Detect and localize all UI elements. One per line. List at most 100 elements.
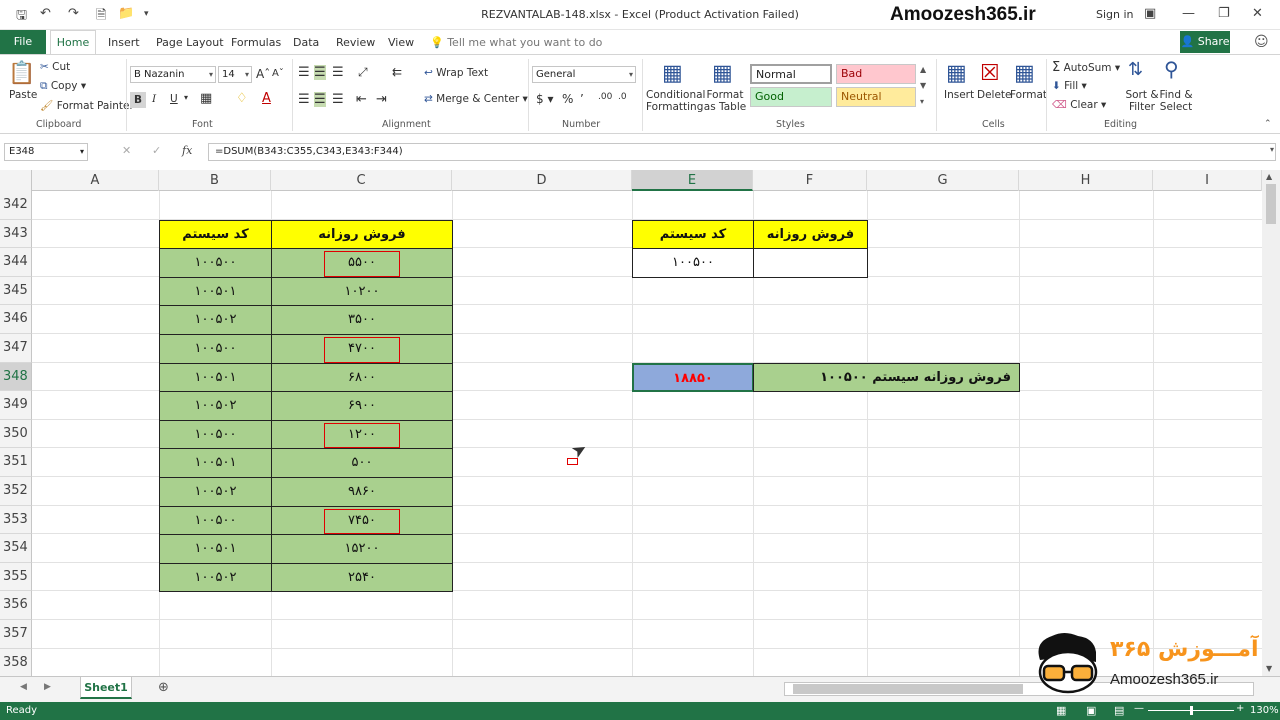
sign-in-link[interactable]: Sign in — [1096, 8, 1134, 21]
column-header-d[interactable]: D — [452, 170, 632, 191]
row-header-349[interactable]: 349 — [0, 391, 32, 420]
underline-button[interactable]: U — [170, 93, 178, 105]
format-cells-icon[interactable]: ▦ — [1014, 61, 1035, 86]
column-header-c[interactable]: C — [271, 170, 452, 191]
row-header-342[interactable]: 342 — [0, 191, 32, 220]
column-header-a[interactable]: A — [32, 170, 159, 191]
column-header-f[interactable]: F — [753, 170, 867, 191]
zoom-out-icon[interactable]: — — [1134, 703, 1144, 714]
fill-color-icon[interactable]: ♢ — [236, 91, 248, 106]
row-header-347[interactable]: 347 — [0, 334, 32, 363]
column-header-b[interactable]: B — [159, 170, 271, 191]
align-top-icon[interactable]: ☰ — [298, 65, 310, 80]
align-center-icon[interactable]: ☰ — [314, 92, 326, 107]
italic-button[interactable]: I — [152, 93, 156, 105]
zoom-slider-thumb[interactable] — [1190, 706, 1193, 715]
normal-view-icon[interactable]: ▦ — [1056, 704, 1066, 717]
style-good[interactable]: Good — [750, 87, 832, 107]
row-header-358[interactable]: 358 — [0, 648, 32, 676]
row-header-346[interactable]: 346 — [0, 305, 32, 334]
row-header-355[interactable]: 355 — [0, 562, 32, 592]
chevron-down-icon[interactable]: ▾ — [184, 93, 188, 102]
column-header-g[interactable]: G — [867, 170, 1019, 191]
wrap-text-button[interactable]: ↩ Wrap Text — [424, 67, 488, 79]
tell-me-box[interactable]: 💡 Tell me what you want to do — [430, 36, 602, 49]
comma-icon[interactable]: ’ — [580, 92, 584, 106]
number-format-select[interactable]: General ▾ — [532, 66, 636, 83]
ribbon-display-icon[interactable]: ▣ — [1144, 6, 1156, 21]
minimize-icon[interactable]: — — [1182, 6, 1195, 21]
next-sheet-icon[interactable]: ▶ — [44, 682, 51, 692]
row-header-350[interactable]: 350 — [0, 419, 32, 449]
share-button[interactable]: 👤 Share — [1180, 31, 1230, 53]
align-left-icon[interactable]: ☰ — [298, 92, 310, 107]
increase-indent-icon[interactable]: ⇥ — [376, 92, 387, 107]
format-cells-button[interactable]: Format — [1010, 89, 1047, 101]
cancel-entry-icon[interactable]: ✕ — [122, 144, 131, 157]
delete-cells-icon[interactable]: ☒ — [980, 61, 1000, 86]
table-cell-code[interactable]: ۱۰۰۵۰۲ — [159, 391, 272, 421]
row-header-343[interactable]: 343 — [0, 219, 32, 249]
tab-formulas[interactable]: Formulas — [231, 36, 281, 49]
expand-formula-bar-icon[interactable]: ▾ — [1270, 145, 1274, 154]
find-select-button[interactable]: Find & Select — [1156, 89, 1196, 113]
format-as-table-button[interactable]: Format as Table — [702, 89, 748, 113]
sheet-tab-sheet1[interactable]: Sheet1 — [80, 677, 132, 699]
confirm-entry-icon[interactable]: ✓ — [152, 144, 161, 157]
row-header-351[interactable]: 351 — [0, 448, 32, 477]
table-cell-sales[interactable]: ۵۰۰ — [271, 448, 453, 478]
table-cell-code[interactable]: ۱۰۰۵۰۱ — [159, 534, 272, 564]
percent-icon[interactable]: % — [562, 92, 573, 106]
scroll-thumb[interactable] — [1266, 184, 1276, 224]
fill-button[interactable]: ⬇ Fill ▾ — [1052, 80, 1087, 92]
font-name-select[interactable]: B Nazanin ▾ — [130, 66, 216, 83]
style-neutral[interactable]: Neutral — [836, 87, 916, 107]
tab-review[interactable]: Review — [336, 36, 375, 49]
conditional-formatting-icon[interactable]: ▦ — [662, 61, 683, 86]
cut-button[interactable]: ✂ Cut — [40, 61, 70, 73]
align-right-icon[interactable]: ☰ — [332, 92, 344, 107]
tab-file[interactable]: File — [0, 30, 46, 54]
row-header-356[interactable]: 356 — [0, 591, 32, 620]
result-cell-value[interactable]: ۱۸۸۵۰ — [632, 362, 754, 393]
row-header-348[interactable]: 348 — [0, 362, 32, 392]
delete-cells-button[interactable]: Delete — [977, 89, 1012, 101]
decrease-decimal-icon[interactable]: .0 — [618, 92, 627, 102]
new-sheet-icon[interactable]: ⊕ — [158, 680, 169, 695]
page-break-view-icon[interactable]: ▤ — [1114, 704, 1124, 717]
result-cell-label[interactable]: فروش روزانه سیستم ۱۰۰۵۰۰ — [753, 362, 1020, 393]
tab-data[interactable]: Data — [293, 36, 319, 49]
horizontal-scroll-thumb[interactable] — [793, 684, 1023, 694]
font-size-select[interactable]: 14 ▾ — [218, 66, 252, 83]
prev-sheet-icon[interactable]: ◀ — [20, 682, 27, 692]
format-table-icon[interactable]: ▦ — [712, 61, 733, 86]
column-header-e[interactable]: E — [632, 170, 753, 191]
format-painter-button[interactable]: 🖌 Format Painter — [40, 99, 134, 112]
table-cell-code[interactable]: ۱۰۰۵۰۰ — [159, 334, 272, 364]
row-header-345[interactable]: 345 — [0, 276, 32, 306]
table-cell-code[interactable]: ۱۰۰۵۰۱ — [159, 362, 272, 393]
sort-filter-button[interactable]: Sort & Filter — [1124, 89, 1160, 113]
table-cell-sales[interactable]: ۱۰۲۰۰ — [271, 276, 453, 307]
restore-icon[interactable]: ❐ — [1218, 6, 1230, 21]
table-cell-code[interactable]: ۱۰۰۵۰۰ — [159, 419, 272, 450]
row-header-353[interactable]: 353 — [0, 505, 32, 535]
table-cell-code[interactable]: ۱۰۰۵۰۱ — [159, 276, 272, 307]
align-bottom-icon[interactable]: ☰ — [332, 65, 344, 80]
table-cell-sales[interactable]: ۹۸۶۰ — [271, 477, 453, 507]
style-bad[interactable]: Bad — [836, 64, 916, 84]
font-color-icon[interactable]: A — [262, 91, 271, 106]
row-header-344[interactable]: 344 — [0, 248, 32, 277]
decrease-indent-icon[interactable]: ⇤ — [356, 92, 367, 107]
table-cell-sales[interactable]: ۶۸۰۰ — [271, 362, 453, 393]
vertical-scrollbar[interactable]: ▲ ▼ — [1262, 170, 1280, 676]
zoom-level[interactable]: 130% — [1250, 705, 1279, 716]
tab-page-layout[interactable]: Page Layout — [156, 36, 224, 49]
conditional-formatting-button[interactable]: Conditional Formatting — [646, 89, 705, 113]
formula-input[interactable]: =DSUM(B343:C355,C343,E343:F344) — [208, 143, 1276, 161]
table-cell-code[interactable]: ۱۰۰۵۰۱ — [159, 448, 272, 478]
currency-icon[interactable]: $ ▾ — [536, 92, 553, 106]
borders-icon[interactable]: ▦ — [200, 91, 212, 106]
styles-more-icon[interactable]: ▾ — [920, 97, 924, 106]
table-cell-sales[interactable]: ۱۵۲۰۰ — [271, 534, 453, 564]
